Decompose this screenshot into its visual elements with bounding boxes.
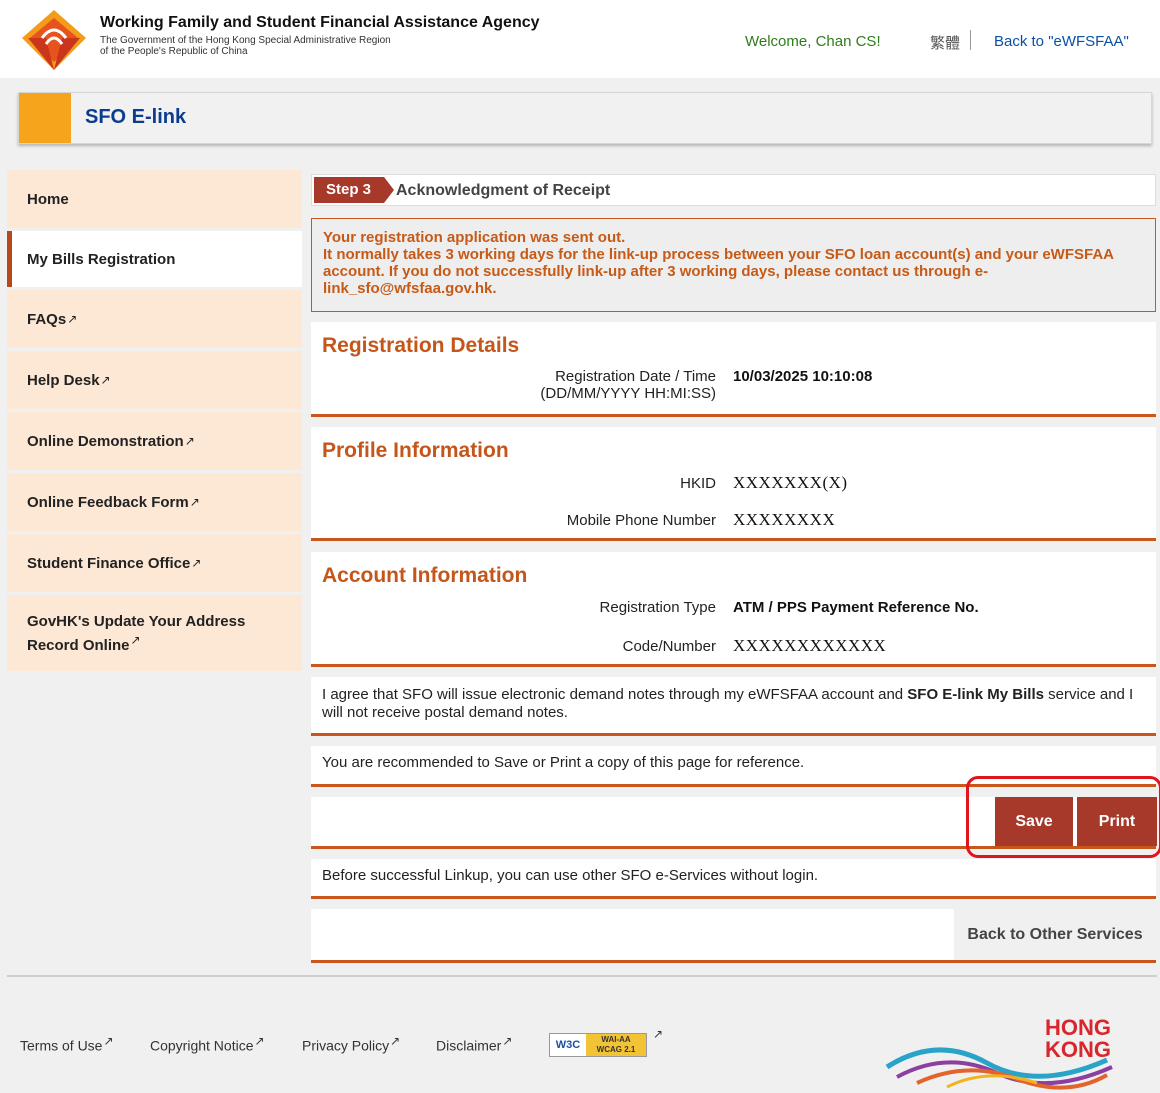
- external-link-icon: ↗: [67, 312, 78, 326]
- sidebar-item-help-desk[interactable]: Help Desk ↗: [7, 351, 302, 409]
- privacy-policy-link[interactable]: Privacy Policy↗: [302, 1034, 400, 1054]
- back-to-ewfsfaa-link[interactable]: Back to "eWFSFAA": [994, 33, 1129, 50]
- agreement-text-part1: I agree that SFO will issue electronic d…: [322, 686, 908, 703]
- wcag-badge[interactable]: W3C WAI-AA WCAG 2.1: [549, 1033, 647, 1057]
- sidebar-item-home[interactable]: Home: [7, 170, 302, 228]
- sidebar-item-label: Home: [27, 190, 69, 208]
- step-badge: Step 3: [314, 177, 394, 203]
- external-link-icon: ↗: [502, 1034, 513, 1048]
- external-link-icon: ↗: [191, 556, 202, 570]
- external-link-icon: ↗: [130, 632, 141, 647]
- sidebar-item-label: Online Feedback Form: [27, 493, 189, 511]
- registration-type-value: ATM / PPS Payment Reference No.: [733, 599, 979, 616]
- back-to-other-services-button[interactable]: Back to Other Services: [954, 909, 1156, 960]
- field-label: Code/Number: [622, 638, 716, 655]
- step-title: Acknowledgment of Receipt: [396, 182, 611, 199]
- agreement-text: I agree that SFO will issue electronic d…: [311, 677, 1156, 730]
- field-label-line1: Registration Date / Time: [555, 368, 716, 385]
- section-title: Registration Details: [322, 334, 520, 357]
- sidebar-item-label: Help Desk: [27, 371, 100, 389]
- site-header: Working Family and Student Financial Ass…: [0, 0, 1160, 78]
- field-label: Registration Type: [599, 599, 716, 616]
- code-number-value: XXXXXXXXXXXX: [733, 636, 887, 655]
- terms-of-use-link[interactable]: Terms of Use↗: [20, 1034, 114, 1054]
- sidebar-item-label: My Bills Registration: [27, 250, 176, 268]
- hkid-value: XXXXXXX(X): [733, 473, 848, 492]
- footer-link-label: Copyright Notice: [150, 1037, 254, 1054]
- status-line-2: It normally takes 3 working days for the…: [323, 246, 1114, 297]
- wai-aa-text: WAI-AA: [601, 1035, 631, 1044]
- footer-link-label: Terms of Use: [20, 1037, 103, 1054]
- w3c-logo: W3C: [550, 1034, 586, 1056]
- wcag-version-text: WCAG 2.1: [596, 1045, 636, 1054]
- wai-aa-label: WAI-AA WCAG 2.1: [586, 1034, 646, 1056]
- account-information-section: Account Information Registration Type AT…: [311, 552, 1156, 667]
- agency-name: Working Family and Student Financial Ass…: [100, 14, 540, 31]
- sidebar-item-faqs[interactable]: FAQs ↗: [7, 290, 302, 348]
- agency-subtitle-line1: The Government of the Hong Kong Special …: [100, 35, 391, 46]
- external-link-icon: ↗: [254, 1034, 265, 1048]
- external-link-icon: ↗: [103, 1034, 114, 1048]
- registration-date-value: 10/03/2025 10:10:08: [733, 368, 873, 385]
- field-label: HKID: [680, 475, 716, 492]
- recommendation-text: You are recommended to Save or Print a c…: [322, 754, 805, 771]
- agreement-text-service-name: SFO E-link My Bills: [907, 686, 1044, 703]
- sidebar-item-label-line2: Record Online: [27, 636, 130, 654]
- copyright-notice-link[interactable]: Copyright Notice↗: [150, 1034, 265, 1054]
- field-label-line2: (DD/MM/YYYY HH:MI:SS): [540, 385, 716, 402]
- sidebar-item-label: Online Demonstration: [27, 432, 184, 450]
- hk-logo-text-2: KONG: [1045, 1037, 1111, 1062]
- sidebar-item-govhk-address-update[interactable]: GovHK's Update Your Address Record Onlin…: [7, 595, 302, 671]
- status-line-1: Your registration application was sent o…: [323, 229, 626, 246]
- page-title-bar: SFO E-link: [18, 92, 1152, 144]
- sidebar-item-online-demonstration[interactable]: Online Demonstration ↗: [7, 412, 302, 470]
- disclaimer-link[interactable]: Disclaimer↗: [436, 1034, 512, 1054]
- footer-link-label: Disclaimer: [436, 1037, 502, 1054]
- footer-link-label: Privacy Policy: [302, 1037, 390, 1054]
- sidebar-item-label: FAQs: [27, 310, 67, 328]
- section-title: Account Information: [322, 564, 528, 587]
- mobile-phone-value: XXXXXXXX: [733, 510, 836, 529]
- sidebar-item-online-feedback-form[interactable]: Online Feedback Form ↗: [7, 473, 302, 531]
- title-accent-block: [19, 93, 71, 143]
- language-toggle-link[interactable]: 繁體: [930, 32, 960, 53]
- step-indicator: Step 3 Acknowledgment of Receipt: [311, 174, 1156, 206]
- profile-information-section: Profile Information HKID XXXXXXX(X) Mobi…: [311, 427, 1156, 541]
- page-title: SFO E-link: [85, 106, 187, 128]
- agency-subtitle-line2: of the People's Republic of China: [100, 46, 248, 57]
- external-link-icon: ↗: [653, 1027, 664, 1041]
- registration-status-message: Your registration application was sent o…: [311, 218, 1156, 312]
- agency-subtitle: The Government of the Hong Kong Special …: [100, 35, 391, 57]
- registration-details-section: Registration Details Registration Date /…: [311, 322, 1156, 417]
- linkup-note-section: Before successful Linkup, you can use ot…: [311, 859, 1156, 899]
- sidebar-item-student-finance-office[interactable]: Student Finance Office ↗: [7, 534, 302, 592]
- brand-hong-kong-logo: HONG KONG: [885, 1015, 1113, 1090]
- welcome-text: Welcome, Chan CS!: [745, 33, 881, 50]
- external-link-icon: ↗: [184, 434, 195, 448]
- back-services-row: Back to Other Services: [311, 909, 1156, 963]
- agreement-section: I agree that SFO will issue electronic d…: [311, 677, 1156, 736]
- external-link-icon: ↗: [189, 495, 200, 509]
- header-divider: [970, 30, 971, 50]
- site-footer: Terms of Use↗ Copyright Notice↗ Privacy …: [7, 977, 1157, 1093]
- linkup-note-text: Before successful Linkup, you can use ot…: [322, 867, 819, 884]
- sidebar-item-label: GovHK's Update Your Address Record Onlin…: [27, 612, 245, 655]
- section-title: Profile Information: [322, 439, 509, 462]
- sidebar-item-label-line1: GovHK's Update Your Address: [27, 612, 246, 630]
- highlight-annotation: [966, 776, 1160, 858]
- agency-logo[interactable]: [20, 8, 88, 72]
- external-link-icon: ↗: [390, 1034, 401, 1048]
- sidebar-nav: Home My Bills Registration FAQs ↗ Help De…: [7, 170, 302, 674]
- external-link-icon: ↗: [100, 373, 111, 387]
- sidebar-item-label: Student Finance Office: [27, 554, 191, 572]
- sidebar-item-my-bills-registration[interactable]: My Bills Registration: [7, 231, 302, 287]
- field-label: Registration Date / Time (DD/MM/YYYY HH:…: [540, 368, 716, 402]
- field-label: Mobile Phone Number: [566, 512, 716, 529]
